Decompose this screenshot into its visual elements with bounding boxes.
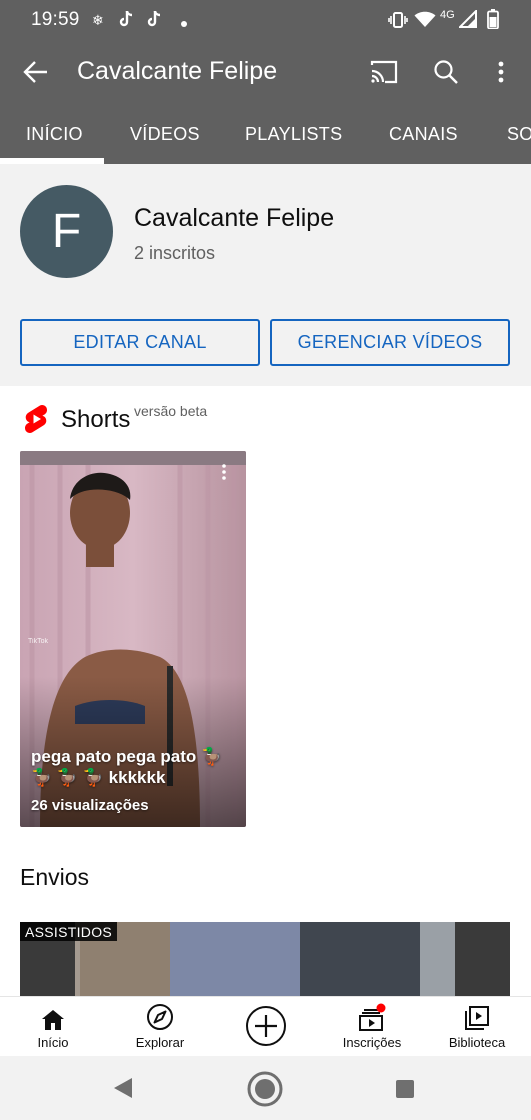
short-menu-button[interactable] bbox=[221, 463, 237, 483]
subscriptions-icon bbox=[357, 997, 387, 1031]
tab-playlists[interactable]: PLAYLISTS bbox=[245, 124, 342, 145]
cast-button[interactable] bbox=[366, 54, 402, 90]
wifi-icon bbox=[414, 10, 436, 30]
shorts-title: Shorts bbox=[61, 406, 131, 433]
status-bar: 19:59 ❄ 4G bbox=[0, 0, 531, 40]
short-title: pega pato pega pato 🦆 🦆 🦆 🦆 kkkkkk bbox=[31, 747, 223, 787]
channel-content: Shorts versão beta TikTok pega pato pega… bbox=[0, 386, 531, 996]
nav-subscriptions-label: Inscrições bbox=[342, 1035, 402, 1050]
edit-channel-button[interactable]: EDITAR CANAL bbox=[20, 319, 260, 366]
tiktok-icon bbox=[146, 10, 162, 30]
back-arrow-icon bbox=[23, 61, 47, 83]
nav-library-label: Biblioteca bbox=[448, 1035, 506, 1050]
page-title: Cavalcante Felipe bbox=[77, 57, 278, 85]
shorts-logo-icon bbox=[24, 404, 48, 438]
home-circle-icon[interactable] bbox=[247, 1071, 283, 1112]
tiktok-icon bbox=[118, 10, 134, 30]
fan-icon: ❄ bbox=[92, 12, 106, 30]
back-button[interactable] bbox=[18, 54, 54, 90]
back-triangle-icon[interactable] bbox=[112, 1076, 134, 1105]
nav-explore[interactable]: Explorar bbox=[124, 997, 196, 1057]
cast-icon bbox=[370, 60, 398, 84]
tab-canais[interactable]: CANAIS bbox=[389, 124, 458, 145]
nav-library[interactable]: Biblioteca bbox=[440, 997, 514, 1057]
uploads-section-title: Envios bbox=[20, 864, 90, 890]
library-icon bbox=[464, 997, 490, 1031]
nav-home[interactable]: Início bbox=[18, 997, 88, 1057]
bottom-navigation: Início Explorar Inscrições Biblioteca bbox=[0, 996, 531, 1056]
compass-icon bbox=[146, 997, 174, 1031]
tiktok-watermark: TikTok bbox=[28, 638, 48, 645]
tab-inicio[interactable]: INÍCIO bbox=[26, 124, 83, 145]
more-vert-icon bbox=[498, 61, 504, 83]
channel-tabs: INÍCIO VÍDEOS PLAYLISTS CANAIS SO bbox=[0, 104, 531, 164]
app-bar: Cavalcante Felipe bbox=[0, 40, 531, 104]
battery-icon bbox=[487, 9, 499, 31]
nav-subscriptions[interactable]: Inscrições bbox=[334, 997, 410, 1057]
tab-sobre[interactable]: SO bbox=[507, 124, 531, 145]
svg-text:❄: ❄ bbox=[92, 13, 104, 28]
system-navigation-bar bbox=[0, 1056, 531, 1120]
more-vert-icon bbox=[222, 464, 226, 480]
nav-home-label: Início bbox=[37, 1035, 69, 1050]
network-type-label: 4G bbox=[440, 9, 455, 21]
search-button[interactable] bbox=[428, 54, 464, 90]
create-plus-icon bbox=[245, 997, 287, 1055]
subscriber-count: 2 inscritos bbox=[134, 243, 216, 263]
nav-create[interactable] bbox=[240, 997, 292, 1057]
search-icon bbox=[434, 60, 458, 84]
shorts-beta-label: versão beta bbox=[134, 403, 208, 419]
recents-square-icon[interactable] bbox=[395, 1079, 415, 1104]
status-time: 19:59 bbox=[31, 9, 80, 30]
avatar[interactable]: F bbox=[20, 185, 113, 278]
upload-video-thumbnail[interactable]: ASSISTIDOS bbox=[20, 922, 510, 996]
more-options-button[interactable] bbox=[483, 54, 519, 90]
nav-explore-label: Explorar bbox=[135, 1035, 185, 1050]
signal-icon bbox=[457, 8, 477, 30]
home-icon bbox=[41, 997, 65, 1031]
channel-name: Cavalcante Felipe bbox=[134, 204, 335, 232]
short-view-count: 26 visualizações bbox=[31, 797, 149, 814]
vibrate-icon bbox=[388, 11, 408, 31]
short-card[interactable]: TikTok pega pato pega pato 🦆 🦆 🦆 🦆 kkkkk… bbox=[20, 451, 246, 827]
tab-videos[interactable]: VÍDEOS bbox=[130, 124, 200, 145]
dot-icon bbox=[180, 16, 188, 30]
channel-header: F Cavalcante Felipe 2 inscritos EDITAR C… bbox=[0, 164, 531, 386]
manage-videos-button[interactable]: GERENCIAR VÍDEOS bbox=[270, 319, 510, 366]
watched-badge: ASSISTIDOS bbox=[20, 922, 118, 941]
